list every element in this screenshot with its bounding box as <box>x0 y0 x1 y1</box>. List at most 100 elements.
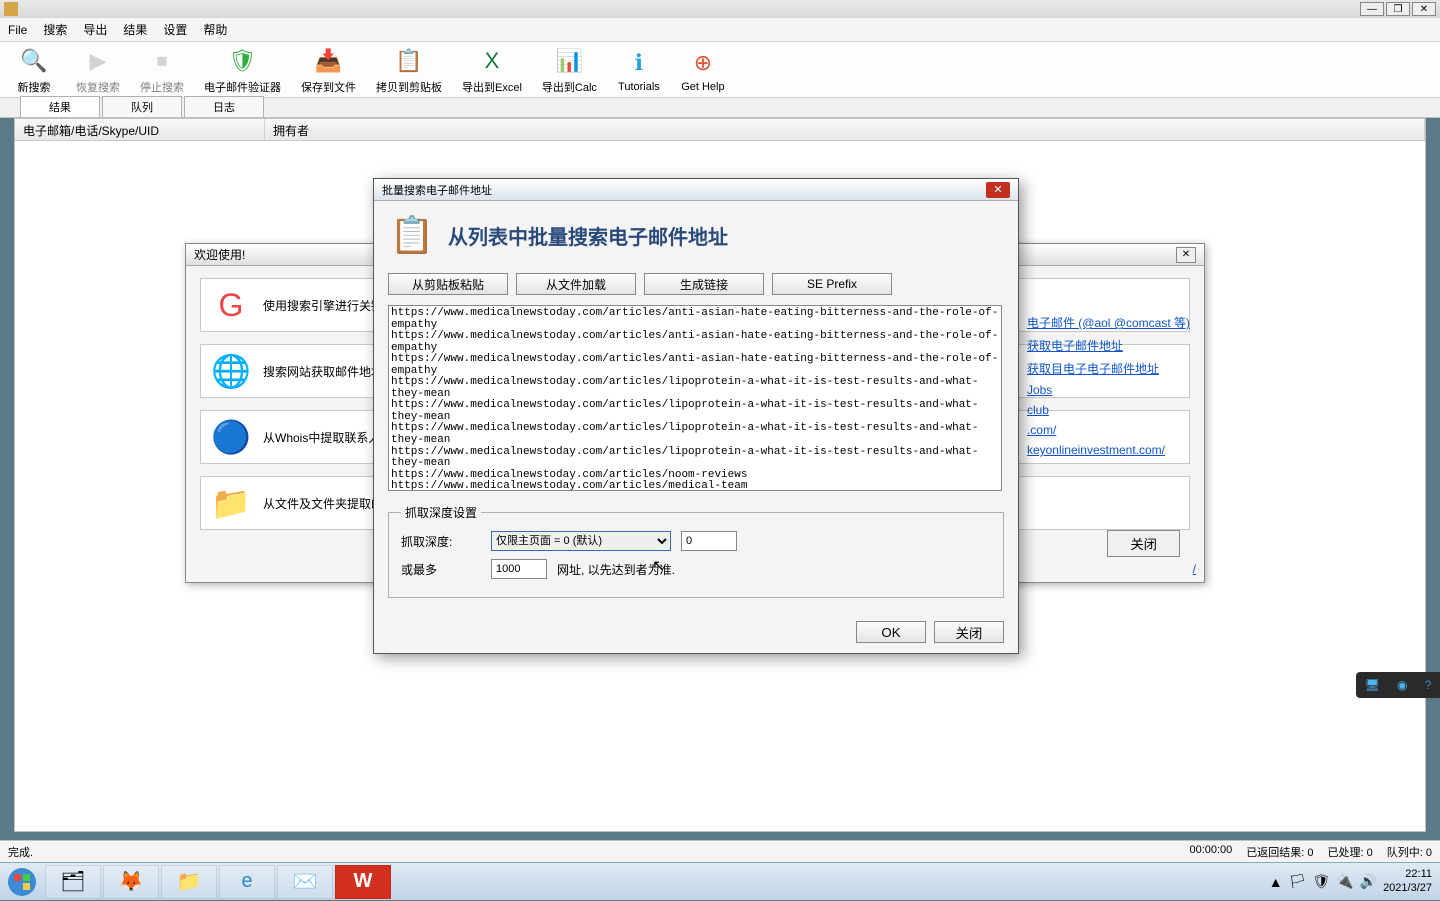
widget-monitor-icon: 🖥 <box>1365 678 1380 692</box>
tray-shield-icon[interactable]: 🛡 <box>1312 873 1330 890</box>
minimize-button[interactable]: — <box>1360 2 1384 16</box>
task-ie[interactable]: e <box>219 865 275 899</box>
toolbar-label-6: 导出到Excel <box>462 79 522 95</box>
tray-up-icon[interactable]: ▲ <box>1269 874 1283 890</box>
se-prefix-button[interactable]: SE Prefix <box>772 273 892 295</box>
clipboard-icon: 📋 <box>388 211 436 259</box>
toolbar-label-9: Get Help <box>681 81 724 93</box>
welcome-option-text-2: 从Whois中提取联系人 <box>263 429 380 446</box>
toolbar-icon-5: 📋 <box>393 45 425 77</box>
welcome-close-icon[interactable]: ✕ <box>1176 247 1196 263</box>
tray-flag-icon[interactable]: 🏳 <box>1289 873 1307 890</box>
depth-select[interactable]: 仅限主页面 = 0 (默认) <box>491 531 671 551</box>
welcome-option-icon-0: G <box>207 281 255 329</box>
toolbar-导出到Calc[interactable]: 📊 导出到Calc <box>538 43 601 97</box>
ok-button[interactable]: OK <box>856 621 926 643</box>
welcome-link-1[interactable]: 获取电子邮件地址 <box>1027 337 1190 354</box>
close-button[interactable]: ✕ <box>1412 2 1436 16</box>
batch-heading: 从列表中批量搜索电子邮件地址 <box>448 221 728 250</box>
tabs: 结果 队列 日志 <box>0 98 1440 118</box>
max-urls-input[interactable] <box>491 559 547 579</box>
load-from-file-button[interactable]: 从文件加载 <box>516 273 636 295</box>
welcome-close-button[interactable]: 关闭 <box>1107 530 1180 557</box>
welcome-link-4[interactable]: club <box>1027 403 1190 417</box>
depth-legend: 抓取深度设置 <box>401 504 481 521</box>
welcome-link-0[interactable]: 电子邮件 (@aol @comcast 等) <box>1027 314 1190 331</box>
tray-network-icon[interactable]: 🔌 <box>1336 873 1353 890</box>
depth-extra-input[interactable] <box>681 531 737 551</box>
toolbar-拷贝到剪贴板[interactable]: 📋 拷贝到剪贴板 <box>372 43 446 97</box>
status-queued: 队列中: 0 <box>1387 844 1432 860</box>
toolbar-Tutorials[interactable]: ℹ Tutorials <box>613 45 665 95</box>
app-icon <box>4 2 18 16</box>
tab-results[interactable]: 结果 <box>20 96 100 117</box>
desktop-widget[interactable]: 🖥 ◉ ? <box>1356 672 1440 698</box>
generate-links-button[interactable]: 生成链接 <box>644 273 764 295</box>
toolbar-label-8: Tutorials <box>618 81 660 93</box>
column-headers: 电子邮箱/电话/Skype/UID 拥有者 <box>15 119 1425 141</box>
menu-search[interactable]: 搜索 <box>43 21 67 38</box>
welcome-option-icon-2: 🔵 <box>207 413 255 461</box>
cancel-button[interactable]: 关闭 <box>934 621 1004 643</box>
toolbar-label-5: 拷贝到剪贴板 <box>376 79 442 95</box>
toolbar-label-4: 保存到文件 <box>301 79 356 95</box>
task-wps[interactable]: W <box>335 865 391 899</box>
tab-log[interactable]: 日志 <box>184 96 264 117</box>
welcome-link-3[interactable]: Jobs <box>1027 383 1190 397</box>
menu-results[interactable]: 结果 <box>123 21 147 38</box>
col-email[interactable]: 电子邮箱/电话/Skype/UID <box>15 119 265 140</box>
toolbar-icon-9: ⊕ <box>687 47 719 79</box>
status-time: 00:00:00 <box>1189 844 1232 860</box>
toolbar-导出到Excel[interactable]: X导出到Excel <box>458 43 526 97</box>
toolbar-新搜索[interactable]: 🔍新搜索 <box>8 43 60 97</box>
welcome-link-2[interactable]: 获取目电子电子邮件地址 <box>1027 360 1190 377</box>
toolbar-恢复搜索: ▶恢复搜索 <box>72 43 124 97</box>
url-list-textarea[interactable] <box>388 305 1002 491</box>
status-bar: 完成. 00:00:00 已返回结果: 0 已处理: 0 队列中: 0 <box>0 840 1440 862</box>
toolbar-Get Help[interactable]: ⊕ Get Help <box>677 45 729 95</box>
menu-file[interactable]: File <box>8 23 27 37</box>
toolbar-icon-4: 📥 <box>313 45 345 77</box>
toolbar-icon-7: 📊 <box>553 45 585 77</box>
toolbar-label-7: 导出到Calc <box>542 79 597 95</box>
welcome-footer-link[interactable]: / <box>1193 562 1196 576</box>
taskbar: 🗂 🦊 📁 e ✉️ W ▲ 🏳 🛡 🔌 🔊 22:11 2021/3/27 <box>0 862 1440 900</box>
batch-search-dialog: 批量搜索电子邮件地址 ✕ 📋 从列表中批量搜索电子邮件地址 从剪贴板粘贴 从文件… <box>373 178 1019 654</box>
toolbar-label-3: 电子邮件验证器 <box>204 79 281 95</box>
toolbar-电子邮件验证器[interactable]: 🛡 电子邮件验证器 <box>200 43 285 97</box>
welcome-option-icon-3: 📁 <box>207 479 255 527</box>
widget-help-icon: ? <box>1425 678 1432 692</box>
depth-fieldset: 抓取深度设置 抓取深度: 仅限主页面 = 0 (默认) 或最多 网址, 以先达到… <box>388 504 1004 598</box>
menu-bar: File 搜索 导出 结果 设置 帮助 <box>0 18 1440 42</box>
task-mail[interactable]: ✉️ <box>277 865 333 899</box>
welcome-title: 欢迎使用! <box>194 246 245 263</box>
menu-help[interactable]: 帮助 <box>203 21 227 38</box>
col-owner[interactable]: 拥有者 <box>265 119 1425 140</box>
maximize-button[interactable]: ❐ <box>1386 2 1410 16</box>
status-processed: 已处理: 0 <box>1328 844 1373 860</box>
batch-titlebar[interactable]: 批量搜索电子邮件地址 ✕ <box>374 179 1018 201</box>
system-tray: ▲ 🏳 🛡 🔌 🔊 22:11 2021/3/27 <box>1269 868 1440 894</box>
toolbar-保存到文件[interactable]: 📥 保存到文件 <box>297 43 360 97</box>
toolbar-icon-8: ℹ <box>623 47 655 79</box>
toolbar-icon-1: ▶ <box>82 45 114 77</box>
tab-queue[interactable]: 队列 <box>102 96 182 117</box>
welcome-link-5[interactable]: .com/ <box>1027 423 1190 437</box>
menu-export[interactable]: 导出 <box>83 21 107 38</box>
tray-volume-icon[interactable]: 🔊 <box>1360 873 1377 890</box>
toolbar-label-2: 停止搜索 <box>140 79 184 95</box>
toolbar-icon-3: 🛡 <box>227 45 259 77</box>
batch-close-icon[interactable]: ✕ <box>986 182 1010 198</box>
paste-from-clipboard-button[interactable]: 从剪贴板粘贴 <box>388 273 508 295</box>
taskbar-clock[interactable]: 22:11 2021/3/27 <box>1383 868 1432 894</box>
start-button[interactable] <box>0 863 44 901</box>
menu-settings[interactable]: 设置 <box>163 21 187 38</box>
task-files[interactable]: 📁 <box>161 865 217 899</box>
toolbar: 🔍新搜索▶恢复搜索⏹停止搜索 🛡 电子邮件验证器 📥 保存到文件 📋 拷贝到剪贴板 X导出到E… <box>0 42 1440 98</box>
status-returned: 已返回结果: 0 <box>1246 844 1313 860</box>
task-explorer[interactable]: 🗂 <box>45 865 101 899</box>
batch-button-row: 从剪贴板粘贴 从文件加载 生成链接 SE Prefix <box>374 269 1018 299</box>
task-firefox[interactable]: 🦊 <box>103 865 159 899</box>
welcome-link-6[interactable]: keyonlineinvestment.com/ <box>1027 443 1190 457</box>
toolbar-停止搜索: ⏹停止搜索 <box>136 43 188 97</box>
